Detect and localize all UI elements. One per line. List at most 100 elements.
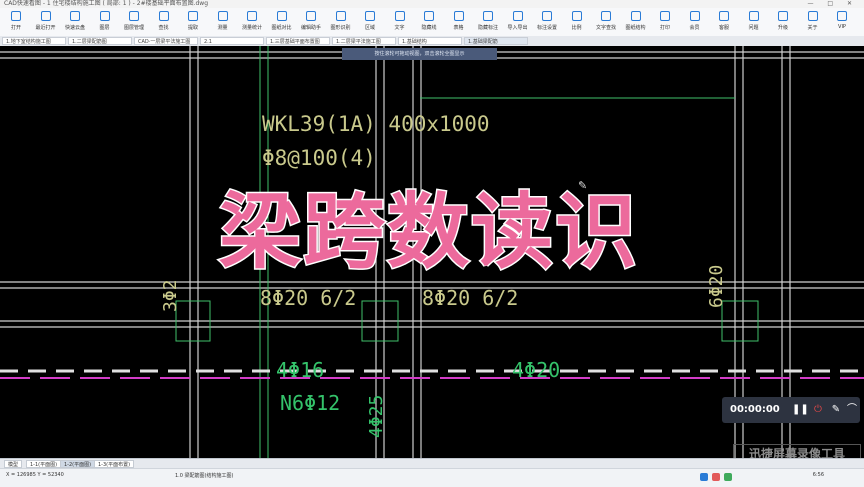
main-toolbar: 打开 最近打开 快速云盘 图层 图层管理 查找 提取 测量 测量统计 图纸对比 编辑助手 图形识别 区域… <box>0 8 864 37</box>
document-tab[interactable]: 1.基础梁配筋 <box>464 37 528 45</box>
toolbar-label: 最近打开 <box>35 25 56 31</box>
status-message: 1.0 梁配筋图(结构施工图) <box>175 473 234 479</box>
toolbar-button[interactable]: 最近打开 <box>32 11 60 35</box>
import-export-icon <box>512 11 523 21</box>
cloud-icon <box>70 11 80 21</box>
compare-icon <box>276 11 287 21</box>
toolbar-label: 图层管理 <box>123 25 144 31</box>
toolbar-label: 区域 <box>364 25 375 31</box>
measure-stats-icon <box>247 11 257 21</box>
toolbar-button[interactable]: 表格 <box>445 11 473 35</box>
structure-icon <box>630 11 641 21</box>
sheet-tab[interactable]: 模型 <box>4 460 23 468</box>
toolbar-label: 隐藏标注 <box>477 25 498 31</box>
brush-icon[interactable]: ⌒ <box>846 403 858 417</box>
taskbar-app-icon[interactable] <box>712 473 720 481</box>
document-tab[interactable]: 1.地下室结构施工图 <box>2 37 66 45</box>
document-tab[interactable]: CAD·一层梁平法施工图 <box>134 37 198 45</box>
window-controls[interactable]: — □ ✕ <box>807 0 858 8</box>
toolbar-button[interactable]: 客服 <box>710 11 738 35</box>
vip-badge-icon <box>837 11 847 21</box>
toolbar-button[interactable]: 图形识别 <box>327 11 355 35</box>
sheet-tab[interactable]: 1-1(平面图) <box>26 460 62 468</box>
toolbar-button[interactable]: 区域 <box>356 11 384 35</box>
stirrup-label: Φ8@100(4) <box>262 146 376 170</box>
document-tab[interactable]: 2.1 <box>200 37 264 45</box>
toolbar-button[interactable]: 会员 <box>681 11 709 35</box>
coords-readout: X = 126985 Y = 52340 <box>6 472 64 478</box>
column-vertical-label: 4Φ25 <box>366 394 387 438</box>
toolbar-button[interactable]: 图纸对比 <box>268 11 296 35</box>
bottom-bars-right-label: 8Φ20 6/2 <box>422 286 519 310</box>
toolbar-button[interactable]: 文字查找 <box>592 11 620 35</box>
toolbar-button[interactable]: 打印 <box>651 11 679 35</box>
clock: 6:56 <box>812 472 824 478</box>
toolbar-button[interactable]: 关于 <box>799 11 827 35</box>
toolbar-label: 快速云盘 <box>64 25 85 31</box>
toolbar-button[interactable]: 隐藏标注 <box>474 11 502 35</box>
document-tab[interactable]: 1.二层梁平法施工图 <box>332 37 396 45</box>
hide-line-icon <box>424 11 434 21</box>
recorder-widget: 00:00:00 ❚❚ ⏻ ✎ ⌒ <box>722 397 860 423</box>
sheet-tab[interactable]: 1-3(平面布置) <box>94 460 135 468</box>
toolbar-button[interactable]: 问题 <box>740 11 768 35</box>
sheet-tab[interactable]: 1-2(平面图) <box>60 460 96 468</box>
dim-settings-icon <box>542 11 552 21</box>
toolbar-label: 关于 <box>807 25 818 31</box>
recent-icon <box>40 11 51 21</box>
toolbar-label: 标注设置 <box>536 25 557 31</box>
toolbar-button[interactable]: 快速云盘 <box>61 11 89 35</box>
overlay-title: 梁跨数读识 <box>217 184 639 282</box>
vip-icon <box>689 11 700 21</box>
toolbar-button[interactable]: 隐藏线 <box>415 11 443 35</box>
toolbar-button[interactable]: 导入导出 <box>504 11 532 35</box>
taskbar-app-icon[interactable] <box>724 473 732 481</box>
toolbar-button[interactable]: 图纸结构 <box>622 11 650 35</box>
toolbar-label: 图纸结构 <box>625 25 646 31</box>
scale-icon <box>571 11 582 21</box>
toolbar-button[interactable]: 标注设置 <box>533 11 561 35</box>
edit-helper-icon <box>306 11 316 21</box>
toolbar-button[interactable]: 测量统计 <box>238 11 266 35</box>
pause-icon[interactable]: ❚❚ <box>792 403 809 417</box>
beam-name-label: WKL39(1A) 400x1000 <box>262 112 490 136</box>
toolbar-button[interactable]: 图层管理 <box>120 11 148 35</box>
taskbar-app-icon[interactable] <box>700 473 708 481</box>
recorder-time: 00:00:00 <box>730 404 780 415</box>
toolbar-label: 会员 <box>689 25 700 31</box>
toolbar-label: VIP <box>838 24 846 30</box>
toolbar-label: 测量统计 <box>241 25 262 31</box>
toolbar-label: 升级 <box>777 25 788 31</box>
open-icon <box>11 11 21 21</box>
stop-icon[interactable]: ⏻ <box>812 403 824 417</box>
toolbar-label: 提取 <box>187 25 198 31</box>
toolbar-button[interactable]: 查找 <box>150 11 178 35</box>
toolbar-button[interactable]: 比例 <box>563 11 591 35</box>
toolbar-label: 问题 <box>748 25 759 31</box>
document-tab[interactable]: 1.二层梁配筋图 <box>68 37 132 45</box>
document-tab[interactable]: 1.基础结构 <box>398 37 462 45</box>
hint-bar: 按住滚轮可拖动视图，双击滚轮全图显示 <box>342 48 497 60</box>
toolbar-button[interactable]: 图层 <box>91 11 119 35</box>
print-icon <box>660 11 670 21</box>
toolbar-button[interactable]: 提取 <box>179 11 207 35</box>
service-icon <box>719 11 729 21</box>
toolbar-label: 图形识别 <box>330 25 351 31</box>
toolbar-label: 表格 <box>453 25 464 31</box>
document-tab[interactable]: 1.三层基础平面布置图 <box>266 37 330 45</box>
toolbar-button[interactable]: 编辑助手 <box>297 11 325 35</box>
help-icon <box>748 11 759 21</box>
toolbar-button[interactable]: 文字 <box>386 11 414 35</box>
hide-dim-icon <box>483 11 493 21</box>
document-tabs: 1.地下室结构施工图 1.二层梁配筋图 CAD·一层梁平法施工图 2.1 1.三层基础平… <box>0 36 864 46</box>
text-find-icon <box>601 11 611 21</box>
toolbar-button[interactable]: VIP <box>828 11 856 35</box>
side-bars-label: 4Φ16 <box>276 358 325 382</box>
toolbar-label: 文字查找 <box>595 25 616 31</box>
toolbar-button[interactable]: 打开 <box>2 11 30 35</box>
toolbar-button[interactable]: 测量 <box>209 11 237 35</box>
toolbar-label: 文字 <box>394 25 405 31</box>
toolbar-button[interactable]: 升级 <box>769 11 797 35</box>
find-icon <box>158 11 169 21</box>
pen-icon[interactable]: ✎ <box>830 403 842 417</box>
